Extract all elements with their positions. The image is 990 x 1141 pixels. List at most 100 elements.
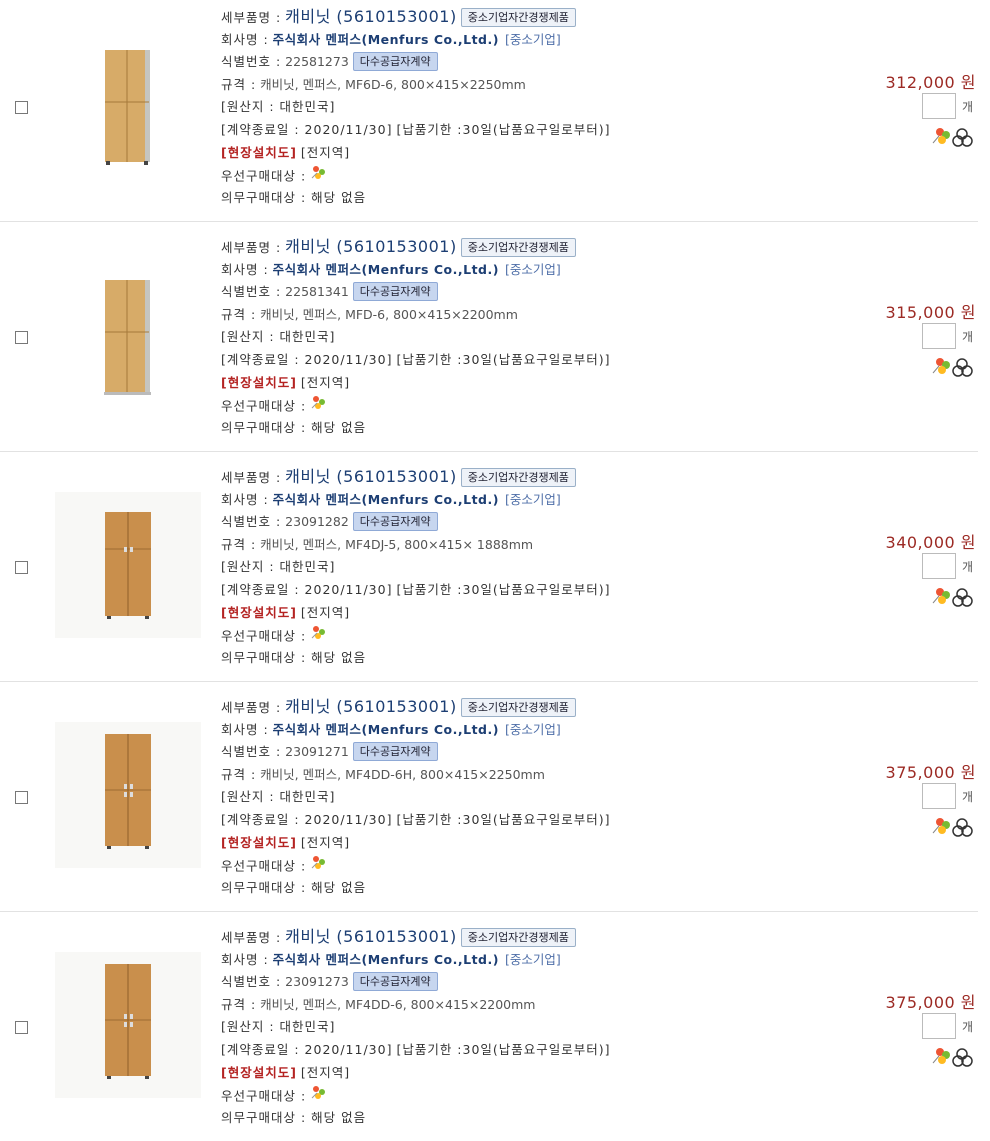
cabinet-image-icon <box>55 952 201 1098</box>
onsite-install: [현장설치도] <box>221 834 297 850</box>
unit-label: 개 <box>962 790 974 804</box>
product-row: 세부품명 : 캐비닛 (5610153001) 중소기업자간경쟁제품 회사명 : … <box>0 682 978 912</box>
priority-icon <box>309 624 329 650</box>
company-tag: [중소기업] <box>504 951 561 967</box>
product-info: 세부품명 : 캐비닛 (5610153001) 중소기업자간경쟁제품 회사명 : … <box>221 696 781 899</box>
select-checkbox[interactable] <box>15 791 28 804</box>
company-tag: [중소기업] <box>504 491 561 507</box>
spec-value: 캐비닛, 멘퍼스, MF6D-6, 800×415×2250mm <box>260 76 526 92</box>
detail-name-label: 세부품명 : <box>221 240 282 255</box>
company-tag: [중소기업] <box>504 261 561 277</box>
delivery-term: [납품기한 :30일(납품요구일로부터)] <box>396 811 611 827</box>
id-label: 식별번호 : <box>221 974 282 990</box>
region: [전지역] <box>300 1064 351 1080</box>
priority-label: 우선구매대상 : <box>221 1088 307 1104</box>
price: 375,000 원 <box>885 763 976 782</box>
unit-label: 개 <box>962 560 974 574</box>
unit-label: 개 <box>962 100 974 114</box>
spec-label: 규격 : <box>221 996 257 1012</box>
sme-badge: 중소기업자간경쟁제품 <box>460 238 576 257</box>
product-name[interactable]: 캐비닛 (5610153001) <box>285 7 457 26</box>
id-label: 식별번호 : <box>221 514 282 530</box>
product-thumbnail[interactable] <box>55 266 201 412</box>
id-number: 23091282 <box>285 514 349 530</box>
priority-icon <box>309 854 329 880</box>
company-name[interactable]: 주식회사 멘퍼스(Menfurs Co.,Ltd.) <box>273 262 499 277</box>
id-number: 22581273 <box>285 54 349 70</box>
id-number: 23091273 <box>285 974 349 990</box>
onsite-install: [현장설치도] <box>221 604 297 620</box>
onsite-install: [현장설치도] <box>221 1064 297 1080</box>
select-checkbox[interactable] <box>15 1021 28 1034</box>
mandatory-label: 의무구매대상 : 해당 없음 <box>221 649 367 665</box>
company-name[interactable]: 주식회사 멘퍼스(Menfurs Co.,Ltd.) <box>273 722 499 737</box>
company-name[interactable]: 주식회사 멘퍼스(Menfurs Co.,Ltd.) <box>273 32 499 47</box>
product-name[interactable]: 캐비닛 (5610153001) <box>285 467 457 486</box>
multi-supplier-badge: 다수공급자계약 <box>352 282 438 302</box>
price: 340,000 원 <box>885 533 976 552</box>
product-name[interactable]: 캐비닛 (5610153001) <box>285 927 457 946</box>
sme-badge: 중소기업자간경쟁제품 <box>460 468 576 487</box>
price: 375,000 원 <box>885 993 976 1012</box>
sme-badge: 중소기업자간경쟁제품 <box>460 928 576 947</box>
unit-label: 개 <box>962 330 974 344</box>
quantity-input[interactable] <box>922 553 956 579</box>
spec-label: 규격 : <box>221 536 257 552</box>
quantity-input[interactable] <box>922 783 956 809</box>
product-row: 세부품명 : 캐비닛 (5610153001) 중소기업자간경쟁제품 회사명 : … <box>0 452 978 682</box>
cabinet-image-icon <box>105 50 150 165</box>
detail-name-label: 세부품명 : <box>221 700 282 715</box>
spec-label: 규격 : <box>221 306 257 322</box>
id-label: 식별번호 : <box>221 54 282 70</box>
priority-purchase-icon <box>932 818 950 834</box>
detail-name-label: 세부품명 : <box>221 10 282 25</box>
quantity-input[interactable] <box>922 1013 956 1039</box>
select-checkbox[interactable] <box>15 101 28 114</box>
quantity-input[interactable] <box>922 93 956 119</box>
product-row: 세부품명 : 캐비닛 (5610153001) 중소기업자간경쟁제품 회사명 : … <box>0 0 978 222</box>
multi-supplier-badge: 다수공급자계약 <box>352 52 438 72</box>
select-checkbox[interactable] <box>15 331 28 344</box>
origin-label: [원산지 : 대한민국] <box>221 99 336 115</box>
contract-end: [계약종료일 : 2020/11/30] <box>221 811 393 827</box>
region: [전지역] <box>300 834 351 850</box>
company-name[interactable]: 주식회사 멘퍼스(Menfurs Co.,Ltd.) <box>273 492 499 507</box>
mandatory-label: 의무구매대상 : 해당 없음 <box>221 419 367 435</box>
priority-label: 우선구매대상 : <box>221 168 307 184</box>
multi-supplier-badge: 다수공급자계약 <box>352 972 438 992</box>
action-icons <box>931 814 981 838</box>
onsite-install: [현장설치도] <box>221 144 297 160</box>
detail-name-label: 세부품명 : <box>221 930 282 945</box>
select-checkbox[interactable] <box>15 561 28 574</box>
product-info: 세부품명 : 캐비닛 (5610153001) 중소기업자간경쟁제품 회사명 : … <box>221 6 781 209</box>
mandatory-label: 의무구매대상 : 해당 없음 <box>221 189 367 205</box>
company-name[interactable]: 주식회사 멘퍼스(Menfurs Co.,Ltd.) <box>273 952 499 967</box>
origin-label: [원산지 : 대한민국] <box>221 789 336 805</box>
product-thumbnail[interactable] <box>55 492 201 638</box>
region: [전지역] <box>300 144 351 160</box>
spec-value: 캐비닛, 멘퍼스, MF4DJ-5, 800×415× 1888mm <box>260 536 534 552</box>
spec-value: 캐비닛, 멘퍼스, MFD-6, 800×415×2200mm <box>260 306 518 322</box>
delivery-term: [납품기한 :30일(납품요구일로부터)] <box>396 581 611 597</box>
detail-name-label: 세부품명 : <box>221 470 282 485</box>
onsite-install: [현장설치도] <box>221 374 297 390</box>
product-thumbnail[interactable] <box>55 952 201 1098</box>
origin-label: [원산지 : 대한민국] <box>221 329 336 345</box>
priority-label: 우선구매대상 : <box>221 628 307 644</box>
spec-label: 규격 : <box>221 76 257 92</box>
contract-end: [계약종료일 : 2020/11/30] <box>221 581 393 597</box>
product-row: 세부품명 : 캐비닛 (5610153001) 중소기업자간경쟁제품 회사명 : … <box>0 222 978 452</box>
product-name[interactable]: 캐비닛 (5610153001) <box>285 237 457 256</box>
action-icons <box>931 1044 981 1068</box>
company-tag: [중소기업] <box>504 31 561 47</box>
sme-badge: 중소기업자간경쟁제품 <box>460 698 576 717</box>
origin-label: [원산지 : 대한민국] <box>221 559 336 575</box>
quantity-input[interactable] <box>922 323 956 349</box>
product-thumbnail[interactable] <box>55 722 201 868</box>
product-info: 세부품명 : 캐비닛 (5610153001) 중소기업자간경쟁제품 회사명 : … <box>221 926 781 1129</box>
region: [전지역] <box>300 374 351 390</box>
product-thumbnail[interactable] <box>55 36 201 182</box>
product-name[interactable]: 캐비닛 (5610153001) <box>285 697 457 716</box>
multi-supplier-badge: 다수공급자계약 <box>352 512 438 532</box>
cabinet-image-icon <box>55 492 201 638</box>
